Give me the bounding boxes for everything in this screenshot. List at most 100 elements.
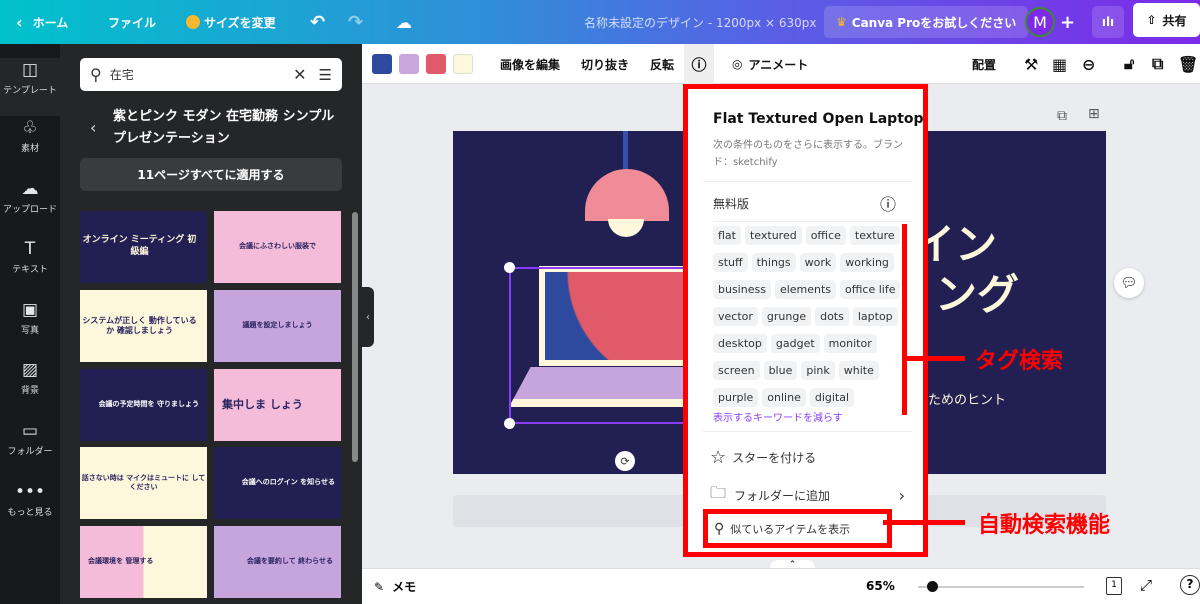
tag-chip[interactable]: elements (774, 280, 837, 299)
show-fewer-keywords-link[interactable]: 表示するキーワードを減らす (713, 409, 843, 424)
color-swatch[interactable] (426, 54, 446, 74)
tag-chip[interactable]: texture (849, 226, 900, 245)
resize-button[interactable]: サイズを変更 (186, 0, 276, 44)
share-button[interactable]: ⇧ 共有 (1133, 3, 1200, 37)
tag-chip[interactable]: things (751, 253, 796, 272)
paint-roller-icon[interactable]: ⚒ (1024, 44, 1038, 84)
slide-subtitle[interactable]: ためのヒント (928, 389, 1006, 408)
tag-chip[interactable]: office life (840, 280, 901, 299)
chevron-right-icon: › (898, 486, 905, 505)
cloud-saved-icon[interactable]: ☁ (396, 0, 412, 44)
fullscreen-icon[interactable]: ⤢ (1140, 576, 1152, 594)
rail-item-photo[interactable]: ▣ 写真 (0, 300, 60, 336)
template-thumb[interactable]: 話さない時は マイクはミュートに してください (80, 447, 207, 519)
template-thumb[interactable]: 会議環境を 管理する (80, 526, 207, 598)
animate-button[interactable]: ◎ アニメート (732, 44, 808, 84)
color-swatch[interactable] (399, 54, 419, 74)
template-thumb[interactable]: 会議を要約して 終わらせる (214, 526, 341, 598)
tag-chip[interactable]: office (805, 226, 846, 245)
template-thumb[interactable]: 会議にふさわしい服装で (214, 211, 341, 283)
duplicate-page-icon[interactable]: ⧉ (1057, 108, 1067, 124)
template-thumb[interactable]: オンライン ミーティング 初級編 (80, 211, 207, 283)
tag-chip[interactable]: textured (744, 226, 802, 245)
link-icon[interactable]: ⊖ (1082, 44, 1095, 84)
tag-chip[interactable]: screen (713, 361, 760, 380)
editor-toolbar: 画像を編集 切り抜き 反転 ⓘ ◎ アニメート 配置 ⚒ ▦ ⊖ 🔓︎ ⧉ 🗑︎ (362, 44, 1200, 84)
avatar[interactable]: M (1025, 7, 1055, 37)
tag-chip[interactable]: purple (713, 388, 759, 407)
tag-chip[interactable]: online (762, 388, 806, 407)
zoom-slider-handle[interactable] (927, 581, 939, 592)
rail-item-text[interactable]: T テキスト (0, 239, 60, 275)
template-thumb[interactable]: システムが正しく 動作しているか 確認しましょう (80, 290, 207, 362)
edit-image-button[interactable]: 画像を編集 (500, 44, 560, 84)
tag-chip[interactable]: laptop (852, 307, 898, 326)
template-thumb[interactable]: 会議の予定時間を 守りましょう (80, 369, 207, 441)
resize-handle[interactable] (504, 418, 515, 429)
canva-pro-button[interactable]: ♛ Canva Proをお試しください (824, 6, 1029, 38)
document-title[interactable]: 名称未設定のデザイン - 1200px × 630px (584, 0, 817, 44)
tag-chip[interactable]: working (840, 253, 894, 272)
redo-icon[interactable]: ↷ (348, 0, 363, 44)
add-page-icon[interactable]: ⊞ (1088, 106, 1100, 122)
rail-item-folder[interactable]: ▭ フォルダー (0, 421, 60, 457)
resize-handle[interactable] (504, 262, 515, 273)
home-button[interactable]: ‹ ホーム (16, 0, 68, 44)
zoom-slider[interactable] (918, 586, 1084, 588)
rail-item-more[interactable]: ••• もっと見る (0, 482, 60, 518)
page-count-button[interactable]: 1 (1106, 577, 1122, 595)
analytics-icon[interactable]: ılı (1092, 6, 1124, 38)
tag-chip[interactable]: blue (763, 361, 798, 380)
show-similar-items-button[interactable]: ⚲ 似ているアイテムを表示 (703, 509, 892, 548)
rail-item-elements[interactable]: ♧ 素材 (0, 118, 60, 154)
star-button[interactable]: ☆ スターを付ける (710, 447, 816, 468)
crop-button[interactable]: 切り抜き (581, 44, 629, 84)
template-thumb[interactable]: 会議へのログイン を知らせる (214, 447, 341, 519)
flip-button[interactable]: 反転 (650, 44, 674, 84)
color-swatch[interactable] (372, 54, 392, 74)
template-thumb[interactable]: 議題を設定しましょう (214, 290, 341, 362)
rail-item-template[interactable]: ◫ テンプレート (0, 58, 60, 116)
notes-button[interactable]: ✎ メモ (374, 578, 416, 595)
tag-chip[interactable]: work (799, 253, 837, 272)
tag-chip[interactable]: white (838, 361, 879, 380)
duplicate-icon[interactable]: ⧉ (1152, 44, 1163, 84)
collapse-panel-button[interactable]: ‹ (362, 287, 374, 347)
add-to-folder-button[interactable]: 🗀︎ フォルダーに追加 › (710, 482, 905, 509)
lock-icon[interactable]: 🔓︎ (1124, 44, 1134, 84)
search-input[interactable]: ⚲ 在宅 ✕ ☰ (80, 58, 342, 91)
position-button[interactable]: 配置 (972, 44, 996, 84)
tag-chip[interactable]: dots (815, 307, 849, 326)
help-icon[interactable]: ? (1180, 575, 1200, 595)
back-icon[interactable]: ‹ (90, 118, 96, 137)
tag-chip[interactable]: vector (713, 307, 758, 326)
transparency-icon[interactable]: ▦ (1052, 44, 1067, 84)
lamp-bulb (608, 219, 644, 237)
tag-chip[interactable]: stuff (713, 253, 748, 272)
rotate-icon[interactable]: ⟳ (615, 451, 635, 471)
color-swatch[interactable] (453, 54, 473, 74)
template-thumb[interactable]: 集中しま しょう (214, 369, 341, 441)
comment-icon[interactable]: 💬︎ (1114, 268, 1144, 298)
tag-chip[interactable]: business (713, 280, 771, 299)
tag-chip[interactable]: digital (809, 388, 855, 407)
add-member-icon[interactable]: + (1060, 0, 1075, 44)
filter-icon[interactable]: ☰ (319, 66, 332, 84)
rail-item-upload[interactable]: ☁ アップロード (0, 179, 60, 215)
tag-chip[interactable]: flat (713, 226, 741, 245)
rail-item-background[interactable]: ▨ 背景 (0, 360, 60, 396)
tag-chip[interactable]: gadget (770, 334, 820, 353)
apply-all-button[interactable]: 11ページすべてに適用する (80, 158, 342, 191)
tag-search-annotation: タグ検索 (975, 349, 1064, 374)
tag-chip[interactable]: grunge (761, 307, 812, 326)
panel-scrollbar[interactable] (352, 212, 358, 462)
license-info-icon[interactable]: ⓘ (880, 191, 896, 215)
info-icon[interactable]: ⓘ (684, 44, 714, 84)
tag-chip[interactable]: desktop (713, 334, 767, 353)
tag-chip[interactable]: monitor (823, 334, 877, 353)
file-menu[interactable]: ファイル (108, 0, 156, 44)
tag-chip[interactable]: pink (801, 361, 835, 380)
trash-icon[interactable]: 🗑︎ (1178, 44, 1198, 84)
undo-icon[interactable]: ↶ (310, 0, 325, 44)
clear-icon[interactable]: ✕ (293, 65, 306, 84)
